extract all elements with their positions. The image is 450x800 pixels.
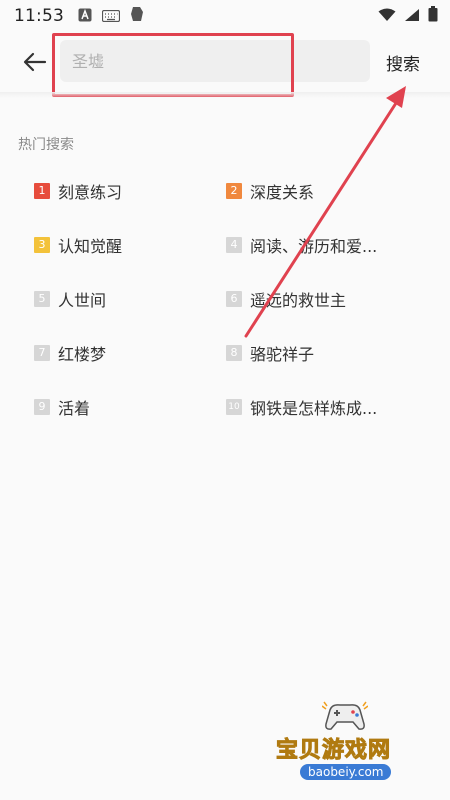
wifi-icon	[378, 7, 396, 26]
header-divider	[0, 92, 450, 98]
search-input[interactable]	[72, 40, 370, 82]
hot-search-label: 遥远的救世主	[250, 291, 347, 310]
status-time: 11:53	[14, 6, 64, 26]
hot-search-label: 红楼梦	[58, 345, 107, 364]
notification-app-icon	[130, 6, 144, 26]
signal-icon	[404, 7, 420, 26]
watermark-site: baobeiy.com	[300, 764, 392, 780]
rank-badge: 8	[226, 345, 242, 361]
hot-search-label: 骆驼祥子	[250, 345, 315, 364]
rank-badge: 5	[34, 291, 50, 307]
hot-search-label: 人世间	[58, 291, 107, 310]
hot-search-item[interactable]: 2 深度关系	[226, 176, 314, 206]
rank-badge: 6	[226, 291, 242, 307]
battery-icon	[428, 6, 438, 26]
hot-search-label: 活着	[58, 399, 91, 418]
hot-search-label: 钢铁是怎样炼成...	[250, 399, 378, 418]
watermark-logo: 宝贝游戏网 baobeiy.com	[268, 696, 428, 788]
hot-search-item[interactable]: 5 人世间	[34, 284, 106, 314]
app-a-icon	[78, 7, 92, 26]
hot-search-label: 认知觉醒	[58, 237, 123, 256]
hot-search-item[interactable]: 4 阅读、游历和爱...	[226, 230, 377, 260]
rank-badge: 1	[34, 183, 50, 199]
search-box	[60, 40, 370, 82]
back-button[interactable]	[20, 48, 50, 76]
hot-search-item[interactable]: 10 钢铁是怎样炼成...	[226, 392, 377, 422]
hot-search-item[interactable]: 8 骆驼祥子	[226, 338, 314, 368]
search-header: 搜索	[0, 32, 450, 97]
rank-badge: 10	[226, 399, 242, 415]
gamepad-icon	[322, 701, 368, 730]
hot-search-item[interactable]: 9 活着	[34, 392, 90, 422]
hot-search-label: 阅读、游历和爱...	[250, 237, 378, 256]
hot-search-item[interactable]: 1 刻意练习	[34, 176, 122, 206]
search-button[interactable]: 搜索	[386, 50, 420, 75]
hot-search-label: 深度关系	[250, 183, 315, 202]
hot-search-title: 热门搜索	[18, 137, 74, 153]
rank-badge: 3	[34, 237, 50, 253]
rank-badge: 7	[34, 345, 50, 361]
rank-badge: 9	[34, 399, 50, 415]
status-icons-right	[378, 6, 438, 26]
hot-search-item[interactable]: 6 遥远的救世主	[226, 284, 346, 314]
hot-search-item[interactable]: 3 认知觉醒	[34, 230, 122, 260]
hot-search-item[interactable]: 7 红楼梦	[34, 338, 106, 368]
hot-search-label: 刻意练习	[58, 183, 123, 202]
watermark-title: 宝贝游戏网	[275, 738, 392, 764]
status-bar: 11:53	[0, 0, 450, 32]
rank-badge: 2	[226, 183, 242, 199]
rank-badge: 4	[226, 237, 242, 253]
keyboard-icon	[101, 7, 121, 26]
arrow-left-icon	[23, 52, 47, 72]
